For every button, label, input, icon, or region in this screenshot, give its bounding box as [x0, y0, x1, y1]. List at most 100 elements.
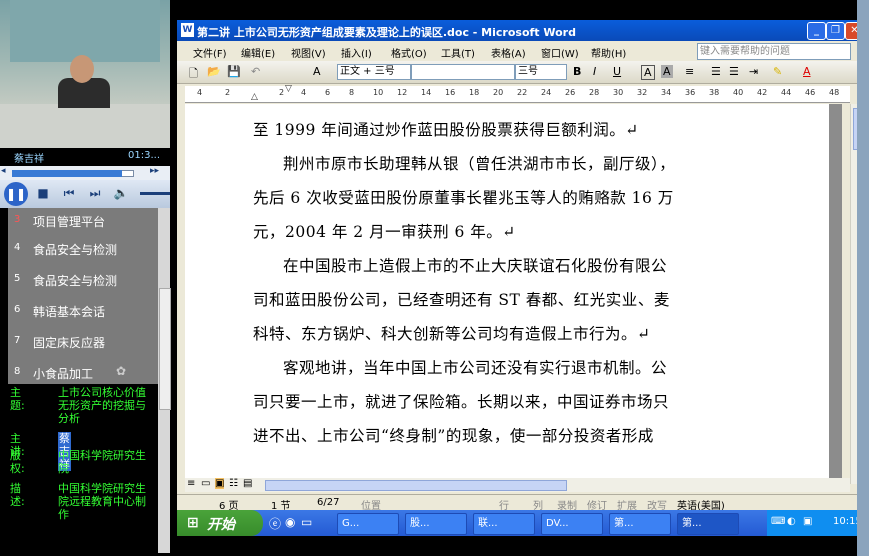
video-background [10, 0, 160, 62]
font-dropdown[interactable] [411, 64, 515, 80]
quicklaunch-ie-icon[interactable]: ⓔ [269, 515, 281, 532]
playlist-item-number: 7 [14, 335, 21, 346]
numbering-icon[interactable]: ☰ [711, 65, 721, 78]
bold-button[interactable]: B [573, 65, 581, 78]
vertical-ruler[interactable] [185, 104, 199, 484]
ruler-number: 18 [469, 88, 480, 97]
print-view-icon[interactable]: ▣ [215, 478, 225, 489]
web-view-icon[interactable]: ▭ [201, 478, 210, 489]
open-icon[interactable]: 📂 [207, 65, 221, 78]
undo-icon[interactable]: ↶ [251, 65, 260, 78]
document-page[interactable]: 至 1999 年间通过炒作蓝田股份股票获得巨额利润。↵ 荆州市原市长助理韩从银（… [199, 104, 829, 478]
ruler-number: 20 [493, 88, 504, 97]
formatting-toolbar: 🗋 📂 💾 ↶ A 正文 + 三号 三号 B I U A A ≡ ☰ ☰ ⇥ ✎… [177, 61, 865, 84]
menu-insert[interactable]: 插入(I) [341, 45, 372, 60]
taskbar-item[interactable]: 联... [473, 513, 535, 535]
playlist-item-label: 固定床反应器 [33, 336, 106, 350]
seek-bar[interactable]: ◂ ▸▸ [0, 166, 170, 180]
ruler-number: 12 [397, 88, 408, 97]
ruler-number: 22 [517, 88, 528, 97]
help-search-input[interactable]: 键入需要帮助的问题 [697, 43, 851, 60]
meta-label: 描述: [10, 482, 25, 508]
taskbar: ⊞ 开始 ⓔ ◉ ▭ G... 股... 联... DV... 第... 第..… [177, 510, 869, 536]
reading-view-icon[interactable]: ▤ [243, 478, 252, 489]
menu-help[interactable]: 帮助(H) [591, 45, 626, 60]
horizontal-ruler[interactable]: 4 2 △ 2 ▽ 4 6 8 10 12 14 16 18 20 22 24 … [185, 84, 850, 103]
pause-button[interactable]: ❚❚ [4, 182, 28, 206]
menu-table[interactable]: 表格(A) [491, 45, 526, 60]
playlist-item-number: 5 [14, 273, 21, 284]
highlight-icon[interactable]: ✎ [773, 65, 782, 78]
menu-tools[interactable]: 工具(T) [441, 45, 475, 60]
normal-view-icon[interactable]: ≡ [187, 478, 195, 489]
playlist-item[interactable]: 6 韩语基本会话 [8, 295, 158, 326]
minimize-button[interactable]: _ [807, 22, 826, 40]
italic-button[interactable]: I [593, 65, 596, 78]
menu-edit[interactable]: 编辑(E) [241, 45, 275, 60]
ruler-number: 4 [197, 88, 203, 97]
taskbar-item-label: 第... [614, 518, 634, 529]
playlist-item[interactable]: 8 小食品加工 ✿ [8, 357, 158, 388]
volume-slider[interactable] [140, 192, 170, 195]
taskbar-item[interactable]: G... [337, 513, 399, 535]
restore-button[interactable]: ❐ [826, 22, 845, 40]
playlist-scrollbar[interactable] [158, 208, 171, 553]
menu-file[interactable]: 文件(F) [193, 45, 227, 60]
tray-network-icon[interactable]: ▣ [803, 516, 812, 527]
playlist-item[interactable]: 3 项目管理平台 [8, 205, 158, 236]
first-line-indent-icon[interactable]: ▽ [285, 84, 292, 94]
taskbar-item-active[interactable]: 第... [677, 513, 739, 535]
quicklaunch-desktop-icon[interactable]: ▭ [301, 515, 312, 529]
meta-value: 中国科学院研究生院远程教育中心制作 [58, 482, 146, 521]
menu-view[interactable]: 视图(V) [291, 45, 326, 60]
char-shading-button[interactable]: A [661, 65, 673, 78]
underline-button[interactable]: U [613, 65, 621, 78]
previous-button[interactable]: ⏮ [60, 184, 78, 202]
font-color-icon[interactable]: A [803, 65, 811, 78]
ruler-number: 8 [349, 88, 355, 97]
playlist-item[interactable]: 5 食品安全与检测 [8, 264, 158, 295]
style-dropdown[interactable]: 正文 + 三号 [337, 64, 411, 80]
taskbar-item[interactable]: 股... [405, 513, 467, 535]
playlist-item-label: 小食品加工 [33, 367, 94, 381]
save-icon[interactable]: 💾 [227, 65, 241, 78]
document-line: 在中国股市上造假上市的不止大庆联谊石化股份有限公 [283, 257, 668, 275]
menu-format[interactable]: 格式(O) [391, 45, 427, 60]
seek-forward-icon[interactable]: ▸▸ [150, 166, 159, 176]
indent-icon[interactable]: ⇥ [749, 65, 758, 78]
playlist-scroll-thumb[interactable] [159, 288, 171, 410]
quicklaunch-media-icon[interactable]: ◉ [285, 515, 295, 529]
document-line: 客观地讲，当年中国上市公司还没有实行退市机制。公 [283, 359, 668, 377]
playlist-item[interactable]: 7 固定床反应器 [8, 326, 158, 357]
video-frame [0, 0, 170, 148]
stop-button[interactable]: ■ [34, 184, 52, 202]
tray-keyboard-icon[interactable]: ⌨ [771, 516, 785, 527]
start-button[interactable]: ⊞ 开始 [177, 510, 263, 536]
indent-marker-icon[interactable]: △ [251, 92, 258, 102]
system-tray: ⌨ ◐ ▣ 10:15 [767, 510, 869, 536]
new-doc-icon[interactable]: 🗋 [189, 65, 198, 84]
font-size-dropdown[interactable]: 三号 [515, 64, 567, 80]
tray-volume-icon[interactable]: ◐ [787, 516, 796, 527]
char-border-button[interactable]: A [641, 65, 655, 80]
bullets-icon[interactable]: ☰ [729, 65, 739, 78]
document-line: 司只要一上市，就进了保险箱。长期以来，中国证券市场只 [253, 393, 670, 411]
horizontal-scroll-thumb[interactable] [265, 480, 567, 491]
outline-view-icon[interactable]: ☷ [229, 478, 238, 489]
window-title: 第二讲 上市公司无形资产组成要素及理论上的误区.doc - Microsoft … [197, 26, 576, 39]
taskbar-item-label: 联... [478, 518, 498, 529]
horizontal-scrollbar[interactable]: ≡ ▭ ▣ ☷ ▤ [185, 478, 850, 492]
playlist-item[interactable]: 4 食品安全与检测 [8, 233, 158, 264]
status-position: 6/27 [317, 497, 340, 508]
title-bar[interactable]: W 第二讲 上市公司无形资产组成要素及理论上的误区.doc - Microsof… [177, 20, 865, 41]
next-button[interactable]: ⏭ [86, 184, 104, 202]
menu-window[interactable]: 窗口(W) [541, 45, 579, 60]
taskbar-item[interactable]: 第... [609, 513, 671, 535]
volume-icon[interactable]: 🔈 [112, 184, 130, 202]
taskbar-item[interactable]: DV... [541, 513, 603, 535]
align-justify-icon[interactable]: ≡ [685, 65, 694, 78]
playlist-item-number: 4 [14, 242, 21, 253]
playlist-item-number: 3 [14, 214, 21, 225]
document-line: 先后 6 次收受蓝田股份原董事长瞿兆玉等人的贿赂款 16 万 [253, 189, 674, 207]
seek-back-icon[interactable]: ◂ [1, 166, 6, 176]
